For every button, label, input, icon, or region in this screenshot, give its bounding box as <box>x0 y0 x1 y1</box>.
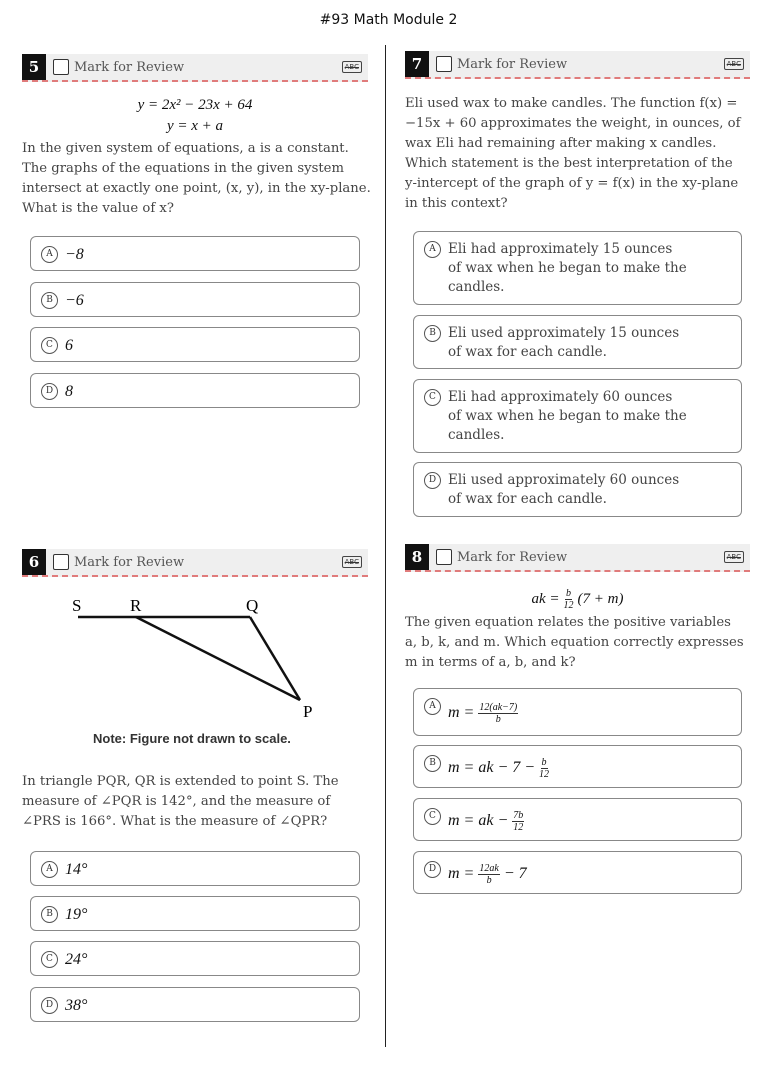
label-s: S <box>72 596 81 615</box>
answer-option-d[interactable]: D8 <box>30 373 360 408</box>
question-number: 7 <box>405 51 429 77</box>
abc-strikethrough-button[interactable]: ABC <box>341 61 362 73</box>
triangle-figure: S R Q P <box>72 596 312 721</box>
question-number: 5 <box>22 54 46 80</box>
option-letter: B <box>424 325 441 342</box>
answer-option-a[interactable]: A Eli had approximately 15 ounces of wax … <box>413 231 742 305</box>
question-text: Eli used wax to make candles. The functi… <box>405 96 741 211</box>
mark-for-review-checkbox[interactable] <box>436 56 452 72</box>
question-text: In triangle PQR, QR is extended to point… <box>22 774 339 829</box>
abc-strikethrough-button[interactable]: ABC <box>341 556 362 568</box>
option-letter: A <box>424 241 441 258</box>
label-p: P <box>303 702 312 721</box>
option-letter: C <box>424 389 441 406</box>
option-text: −8 <box>65 246 84 263</box>
option-text: Eli used approximately 15 ounces of wax … <box>448 325 680 360</box>
mark-for-review-checkbox[interactable] <box>53 554 69 570</box>
question-6-header: 6 Mark for Review ABC <box>22 549 368 577</box>
option-text: −6 <box>65 292 84 309</box>
option-letter: A <box>424 698 441 715</box>
option-letter: C <box>41 951 58 968</box>
option-letter: B <box>41 292 58 309</box>
answer-option-b[interactable]: Bm = ak − 7 − b 12 <box>413 745 742 788</box>
answer-option-c[interactable]: C Eli had approximately 60 ounces of wax … <box>413 379 742 453</box>
option-letter: D <box>41 997 58 1014</box>
mark-for-review-label[interactable]: Mark for Review <box>74 60 184 75</box>
option-text: 6 <box>65 337 73 354</box>
option-text: Eli had approximately 15 ounces of wax w… <box>448 241 687 295</box>
mark-for-review-label[interactable]: Mark for Review <box>457 57 567 72</box>
answer-option-b[interactable]: B Eli used approximately 15 ounces of wax… <box>413 315 742 369</box>
page-title: #93 Math Module 2 <box>319 12 458 28</box>
option-letter: B <box>424 755 441 772</box>
answer-option-a[interactable]: A −8 <box>30 236 360 271</box>
option-text: m = ak − 7 − b 12 <box>448 757 550 780</box>
answer-option-d[interactable]: Dm = 12ak b − 7 <box>413 851 742 894</box>
equation: y = x + a <box>166 118 224 134</box>
abc-strikethrough-button[interactable]: ABC <box>723 551 744 563</box>
answer-option-c[interactable]: C 24° <box>30 941 360 976</box>
mark-for-review-checkbox[interactable] <box>53 59 69 75</box>
figure-note: Note: Figure not drawn to scale. <box>93 731 291 746</box>
mark-for-review-checkbox[interactable] <box>436 549 452 565</box>
option-letter: D <box>424 861 441 878</box>
mark-for-review-label[interactable]: Mark for Review <box>74 555 184 570</box>
question-7-header: 7 Mark for Review ABC <box>405 51 750 79</box>
question-text: The given equation relates the positive … <box>405 615 744 670</box>
question-8-header: 8 Mark for Review ABC <box>405 544 750 572</box>
option-letter: C <box>424 808 441 825</box>
answer-option-c[interactable]: C6 <box>30 327 360 362</box>
option-text: m = ak −7b 12 <box>448 810 525 833</box>
answer-option-a[interactable]: Am = 12(ak−7) b <box>413 688 742 736</box>
question-text: In the given system of equations, a is a… <box>22 141 371 216</box>
answer-option-b[interactable]: B 19° <box>30 896 360 931</box>
option-text: m = 12ak b − 7 <box>448 863 527 886</box>
mark-for-review-label[interactable]: Mark for Review <box>457 550 567 565</box>
question-number: 8 <box>405 544 429 570</box>
answer-option-a[interactable]: A 14° <box>30 851 360 886</box>
answer-option-b[interactable]: B −6 <box>30 282 360 317</box>
equation: y = 2x² − 23x + 64 <box>137 97 253 113</box>
option-letter: D <box>424 472 441 489</box>
label-r: R <box>130 596 142 615</box>
equation: ak = b 12 (7 + m) <box>531 588 624 611</box>
question-5-header: 5 Mark for Review ABC <box>22 54 368 82</box>
label-q: Q <box>246 596 258 615</box>
option-text: 8 <box>65 383 73 400</box>
question-number: 6 <box>22 549 46 575</box>
column-divider <box>385 45 386 1047</box>
answer-option-c[interactable]: Cm = ak −7b 12 <box>413 798 742 841</box>
option-text: 19° <box>65 906 88 923</box>
option-text: 24° <box>65 951 88 968</box>
answer-option-d[interactable]: D 38° <box>30 987 360 1022</box>
option-text: m = 12(ak−7) b <box>448 702 519 725</box>
option-text: Eli had approximately 60 ounces of wax w… <box>448 389 687 443</box>
option-text: 38° <box>65 997 88 1014</box>
option-letter: C <box>41 337 58 354</box>
option-letter: A <box>41 861 58 878</box>
option-letter: B <box>41 906 58 923</box>
answer-option-d[interactable]: D Eli used approximately 60 ounces of wax… <box>413 462 742 517</box>
abc-strikethrough-button[interactable]: ABC <box>723 58 744 70</box>
option-letter: D <box>41 383 58 400</box>
option-letter: A <box>41 246 58 263</box>
option-text: 14° <box>65 861 88 878</box>
option-text: Eli used approximately 60 ounces of wax … <box>448 472 680 507</box>
